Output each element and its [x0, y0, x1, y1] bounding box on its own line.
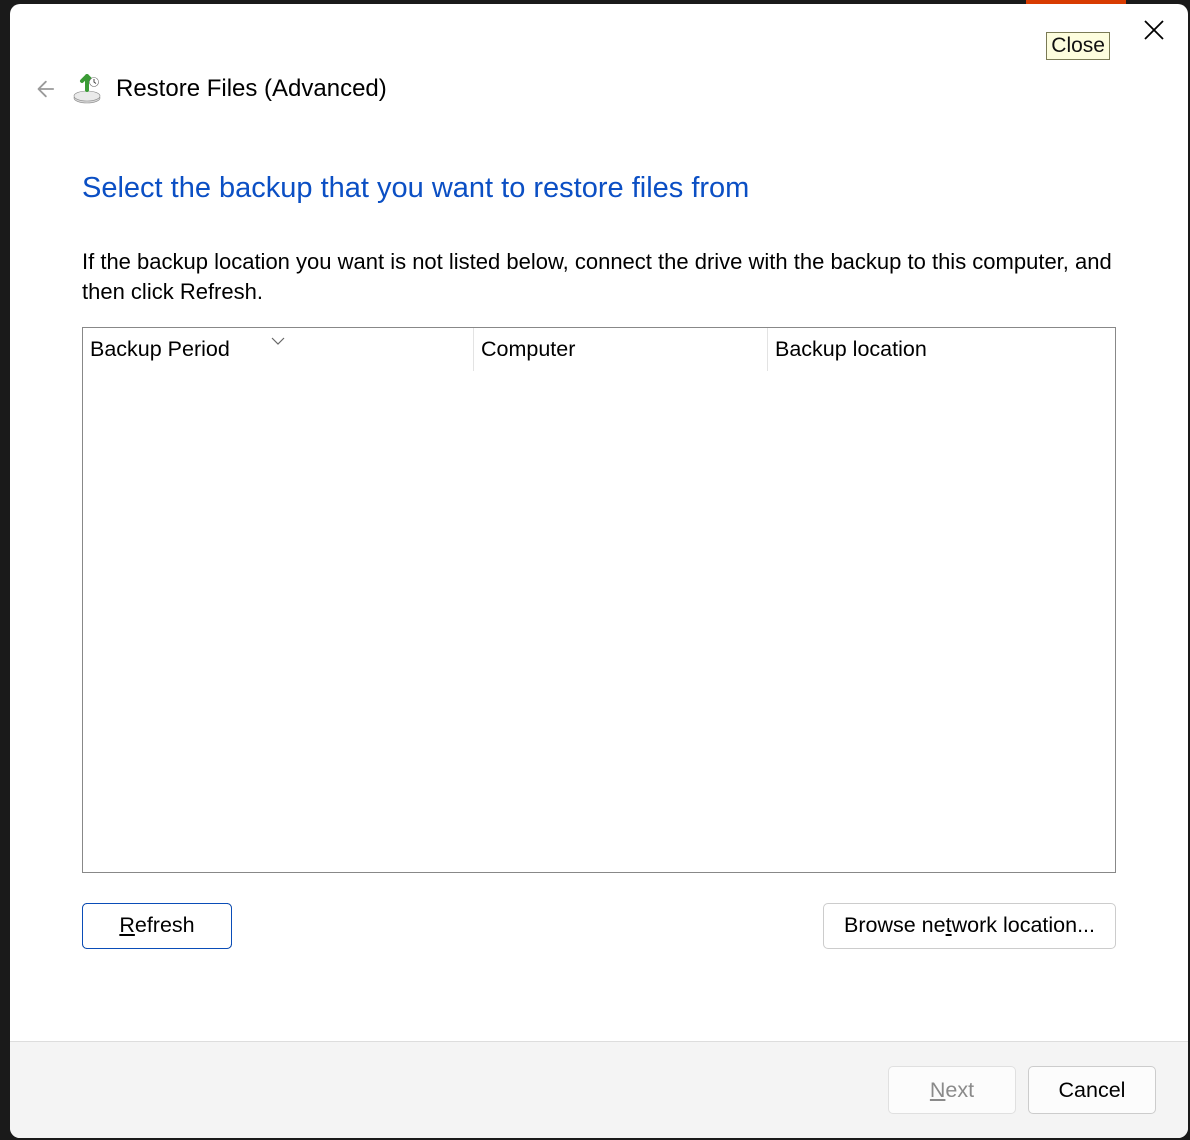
sort-indicator-icon [271, 326, 285, 334]
title-bar: Close [10, 4, 1188, 60]
back-button[interactable] [30, 75, 58, 103]
column-computer[interactable]: Computer [474, 328, 768, 371]
button-accel: N [930, 1078, 946, 1103]
restore-icon [72, 74, 102, 104]
content-area: Select the backup that you want to resto… [10, 104, 1188, 1041]
button-accel: R [119, 913, 135, 938]
button-label-post: work location... [952, 913, 1095, 938]
close-button[interactable] [1142, 18, 1166, 42]
button-label-pre: Browse ne [844, 913, 946, 938]
refresh-button[interactable]: Refresh [82, 903, 232, 949]
column-label: Backup Period [90, 337, 230, 362]
cancel-button[interactable]: Cancel [1028, 1066, 1156, 1114]
backup-list[interactable]: Backup Period Computer Backup location [82, 327, 1116, 873]
back-arrow-icon [33, 78, 55, 100]
column-backup-period[interactable]: Backup Period [83, 328, 474, 371]
header-row: Restore Files (Advanced) [10, 60, 1188, 104]
column-label: Backup location [775, 337, 927, 362]
action-button-row: Refresh Browse network location... [82, 903, 1116, 949]
page-heading: Select the backup that you want to resto… [82, 172, 1116, 205]
dialog-footer: Next Cancel [10, 1041, 1188, 1138]
button-label: Cancel [1059, 1078, 1126, 1103]
page-description: If the backup location you want is not l… [82, 247, 1116, 307]
close-icon [1142, 18, 1166, 42]
column-label: Computer [481, 337, 575, 362]
next-button[interactable]: Next [888, 1066, 1016, 1114]
browse-network-button[interactable]: Browse network location... [823, 903, 1116, 949]
column-backup-location[interactable]: Backup location [768, 328, 1115, 371]
window-title: Restore Files (Advanced) [116, 75, 387, 103]
list-header: Backup Period Computer Backup location [83, 328, 1115, 372]
close-tooltip: Close [1046, 32, 1110, 60]
button-label-post: efresh [135, 913, 195, 938]
dialog-window: Close Restore Files (Advanced) Sel [10, 4, 1188, 1138]
button-label-post: ext [945, 1078, 974, 1103]
